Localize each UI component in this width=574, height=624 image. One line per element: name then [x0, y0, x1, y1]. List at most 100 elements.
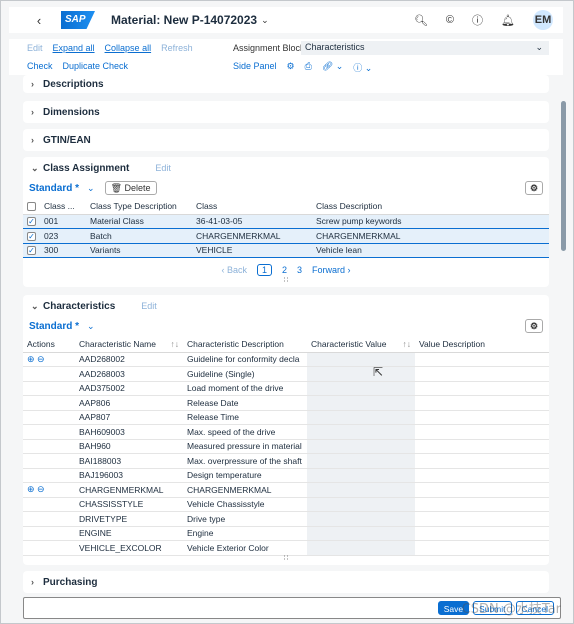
settings-icon[interactable]: ⚙ [287, 61, 295, 74]
edit-link[interactable]: Edit [155, 163, 171, 173]
row-actions[interactable] [23, 526, 75, 541]
characteristic-value-input[interactable] [307, 381, 415, 396]
table-row[interactable]: AAD268003 Guideline (Single) [23, 366, 549, 382]
characteristic-value-input[interactable] [307, 511, 415, 527]
chevron-down-icon[interactable]: ⌄ [31, 301, 43, 312]
row-actions[interactable] [23, 395, 75, 411]
characteristic-value-input[interactable] [307, 424, 415, 440]
table-row[interactable]: ✓ 023 Batch CHARGENMERKMAL CHARGENMERKMA… [23, 228, 549, 244]
characteristic-value-input[interactable] [307, 526, 415, 541]
gtin-section[interactable]: › GTIN/EAN [23, 129, 549, 151]
row-actions[interactable]: ⊕ ⊖ [23, 352, 75, 367]
expand-all-button[interactable]: Expand all [53, 43, 95, 53]
check-button[interactable]: Check [27, 61, 53, 71]
page-title[interactable]: Material: New P-14072023 [111, 13, 257, 27]
refresh-button[interactable]: Refresh [161, 43, 193, 53]
delete-button[interactable]: 🗑︎ Delete [104, 181, 157, 195]
row-actions[interactable] [23, 366, 75, 382]
chevron-right-icon[interactable]: › [31, 107, 43, 117]
dimensions-section[interactable]: › Dimensions [23, 101, 549, 123]
back-page-button[interactable]: ‹ Back [221, 265, 247, 275]
table-row[interactable]: AAD375002 Load moment of the drive [23, 381, 549, 396]
characteristic-value-input[interactable] [307, 352, 415, 367]
row-actions[interactable] [23, 540, 75, 556]
table-row[interactable]: ⊕ ⊖ CHARGENMERKMAL CHARGENMERKMAL [23, 482, 549, 498]
print-icon[interactable]: ⎙ [305, 61, 312, 74]
characteristic-value-input[interactable] [307, 395, 415, 411]
table-row[interactable]: AAP807 Release Time [23, 410, 549, 425]
table-row[interactable]: BAI188003 Max. overpressure of the shaft [23, 453, 549, 469]
characteristic-value-input[interactable] [307, 410, 415, 425]
edit-link[interactable]: Edit [141, 301, 157, 311]
column-header[interactable]: Characteristic Name ↑↓ [75, 337, 183, 353]
bell-icon[interactable]: 🔔︎ [501, 14, 515, 27]
characteristic-value-input[interactable] [307, 366, 415, 382]
table-row[interactable]: ⊕ ⊖ AAD268002 Guideline for conformity dec… [23, 352, 549, 367]
chevron-down-icon[interactable]: ⌄ [87, 183, 95, 194]
collapse-all-button[interactable]: Collapse all [105, 43, 152, 53]
table-row[interactable]: BAH960 Measured pressure in material [23, 439, 549, 454]
help-icon[interactable]: ⓘ [472, 12, 483, 28]
variant-selector[interactable]: Standard * [29, 321, 79, 332]
link-menu-icon[interactable]: 🔗︎ ⌄ [322, 61, 343, 74]
edit-button[interactable]: Edit [27, 43, 43, 53]
resize-grip[interactable]: ∷ [23, 277, 549, 284]
column-header[interactable]: Class Description [312, 199, 549, 215]
chevron-down-icon[interactable]: ⌄ [87, 321, 95, 332]
row-actions[interactable] [23, 497, 75, 512]
table-row[interactable]: VEHICLE_EXCOLOR Vehicle Exterior Color [23, 540, 549, 556]
column-header[interactable]: Characteristic Value ↑↓ [307, 337, 415, 353]
duplicate-check-button[interactable]: Duplicate Check [63, 61, 129, 71]
sort-icon[interactable]: ↑↓ [171, 339, 180, 349]
table-row[interactable]: BAH609003 Max. speed of the drive [23, 424, 549, 440]
search-icon[interactable]: 🔍︎ [414, 14, 428, 27]
characteristic-value-input[interactable] [307, 482, 415, 498]
sort-icon[interactable]: ↑↓ [403, 339, 412, 349]
settings-icon[interactable]: ⚙ [525, 181, 543, 195]
table-row[interactable]: ✓ 001 Material Class 36-41-03-05 Screw p… [23, 214, 549, 229]
row-actions[interactable] [23, 468, 75, 483]
page-1-button[interactable]: 1 [256, 264, 272, 276]
back-button[interactable]: ‹ [29, 13, 49, 28]
row-actions[interactable] [23, 424, 75, 440]
copyright-icon[interactable]: © [446, 14, 454, 26]
chevron-right-icon[interactable]: › [31, 79, 43, 89]
page-2-button[interactable]: 2 [282, 265, 287, 275]
help-menu-icon[interactable]: ⓘ ⌄ [353, 61, 372, 74]
characteristic-value-input[interactable] [307, 439, 415, 454]
row-actions[interactable] [23, 439, 75, 454]
chevron-right-icon[interactable]: › [31, 135, 43, 145]
chevron-down-icon[interactable]: ⌄ [31, 163, 43, 174]
table-row[interactable]: AAP806 Release Date [23, 395, 549, 411]
side-panel-button[interactable]: Side Panel [233, 61, 277, 74]
row-checkbox[interactable]: ✓ [23, 228, 40, 244]
row-actions[interactable] [23, 410, 75, 425]
characteristic-value-input[interactable] [307, 540, 415, 556]
table-row[interactable]: ✓ 300 Variants VEHICLE Vehicle lean [23, 243, 549, 258]
column-header[interactable]: Class Type Description [86, 199, 192, 215]
page-3-button[interactable]: 3 [297, 265, 302, 275]
variant-selector[interactable]: Standard * [29, 183, 79, 194]
column-header[interactable]: Value Description [415, 337, 549, 353]
table-row[interactable]: ENGINE Engine [23, 526, 549, 541]
select-all-checkbox[interactable] [23, 199, 40, 215]
settings-icon[interactable]: ⚙ [525, 319, 543, 333]
forward-page-button[interactable]: Forward › [312, 265, 351, 275]
row-actions[interactable] [23, 381, 75, 396]
sap-logo[interactable]: SAP [61, 11, 95, 29]
resize-grip[interactable]: ∷ [23, 555, 549, 562]
row-actions[interactable] [23, 511, 75, 527]
row-actions[interactable] [23, 453, 75, 469]
descriptions-section[interactable]: › Descriptions [23, 75, 549, 93]
table-row[interactable]: BAJ196003 Design temperature [23, 468, 549, 483]
column-header[interactable]: Class ... [40, 199, 86, 215]
table-row[interactable]: DRIVETYPE Drive type [23, 511, 549, 527]
chevron-right-icon[interactable]: › [31, 577, 43, 587]
table-row[interactable]: CHASSISSTYLE Vehicle Chassisstyle [23, 497, 549, 512]
characteristic-value-input[interactable] [307, 468, 415, 483]
characteristic-value-input[interactable] [307, 497, 415, 512]
column-header[interactable]: Characteristic Description [183, 337, 307, 353]
characteristic-value-input[interactable] [307, 453, 415, 469]
row-actions[interactable]: ⊕ ⊖ [23, 482, 75, 498]
column-header[interactable]: Class [192, 199, 312, 215]
